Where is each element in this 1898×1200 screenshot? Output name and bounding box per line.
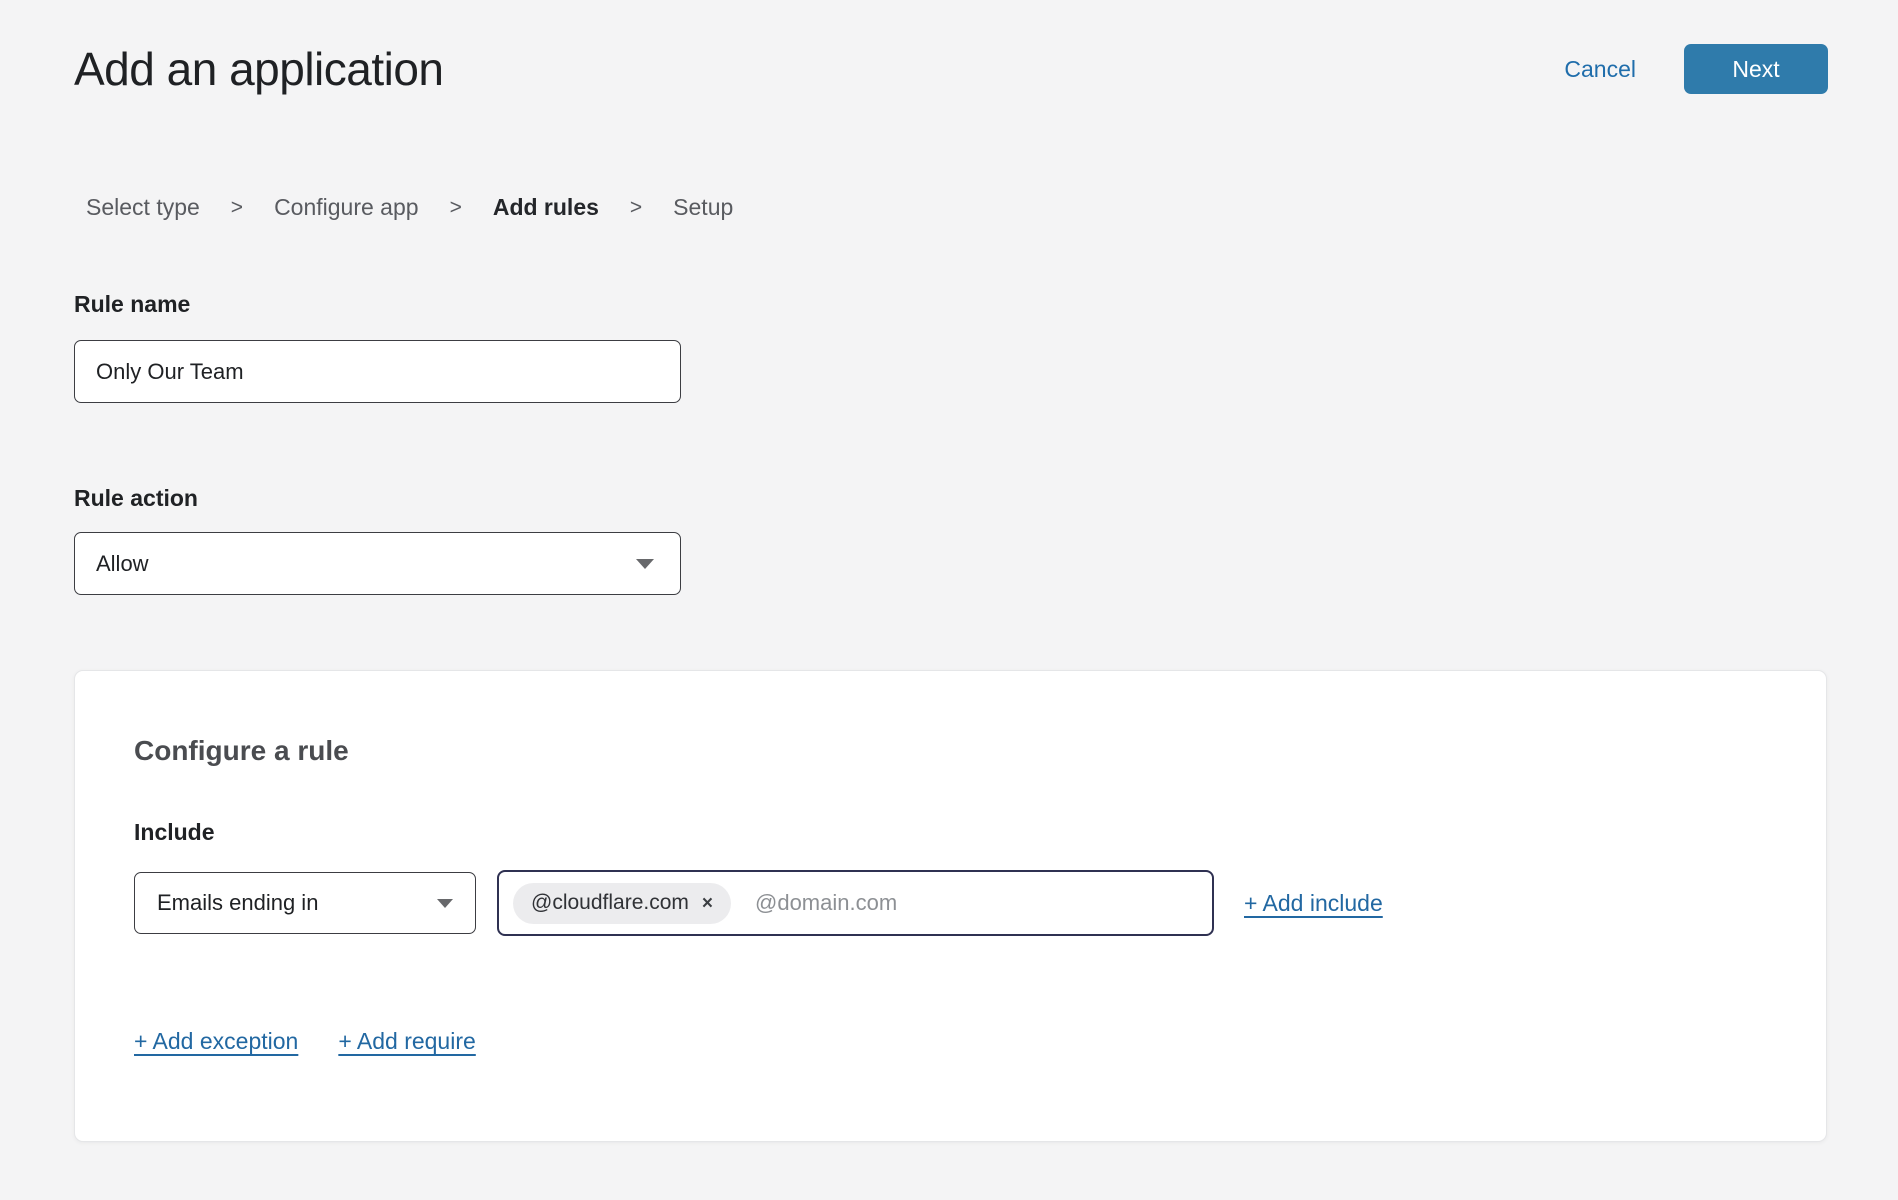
breadcrumb-separator: > xyxy=(231,196,243,220)
breadcrumb-step-add-rules[interactable]: Add rules xyxy=(493,194,599,221)
breadcrumb-step-select-type[interactable]: Select type xyxy=(86,194,200,221)
header-actions: Cancel Next xyxy=(1564,44,1828,94)
rule-action-links: + Add exception + Add require xyxy=(134,1028,1826,1055)
breadcrumb-separator: > xyxy=(630,196,642,220)
include-rule-row: Emails ending in @cloudflare.com × + Add… xyxy=(134,870,1826,936)
chevron-down-icon xyxy=(636,559,654,569)
rule-action-select[interactable]: Allow xyxy=(74,532,681,595)
breadcrumb-step-configure-app[interactable]: Configure app xyxy=(274,194,419,221)
add-exception-link[interactable]: + Add exception xyxy=(134,1028,298,1055)
include-criteria-selected-value: Emails ending in xyxy=(157,890,318,916)
add-application-page: Add an application Cancel Next Select ty… xyxy=(0,0,1898,1200)
breadcrumb-step-setup[interactable]: Setup xyxy=(673,194,733,221)
remove-tag-icon[interactable]: × xyxy=(702,894,713,913)
rule-name-field: Rule name xyxy=(74,291,1898,403)
rule-name-label: Rule name xyxy=(74,291,1898,318)
cancel-button[interactable]: Cancel xyxy=(1564,56,1636,83)
include-criteria-select[interactable]: Emails ending in xyxy=(134,872,476,934)
email-domain-tag: @cloudflare.com × xyxy=(513,883,731,924)
rule-action-label: Rule action xyxy=(74,485,1898,512)
include-values-input[interactable]: @cloudflare.com × xyxy=(497,870,1214,936)
rule-action-field: Rule action Allow xyxy=(74,485,1898,595)
breadcrumb-separator: > xyxy=(450,196,462,220)
rule-name-input[interactable] xyxy=(74,340,681,403)
add-require-link[interactable]: + Add require xyxy=(338,1028,475,1055)
include-label: Include xyxy=(134,819,1826,846)
configure-rule-card: Configure a rule Include Emails ending i… xyxy=(74,670,1827,1142)
breadcrumb: Select type > Configure app > Add rules … xyxy=(86,194,1898,221)
page-title: Add an application xyxy=(74,42,444,96)
page-header: Add an application Cancel Next xyxy=(0,0,1898,96)
next-button[interactable]: Next xyxy=(1684,44,1828,94)
add-include-link[interactable]: + Add include xyxy=(1244,890,1383,917)
email-domain-tag-label: @cloudflare.com xyxy=(531,891,689,915)
rule-action-selected-value: Allow xyxy=(96,551,149,577)
chevron-down-icon xyxy=(437,899,453,908)
configure-rule-title: Configure a rule xyxy=(134,735,1826,767)
domain-input[interactable] xyxy=(755,890,1198,916)
